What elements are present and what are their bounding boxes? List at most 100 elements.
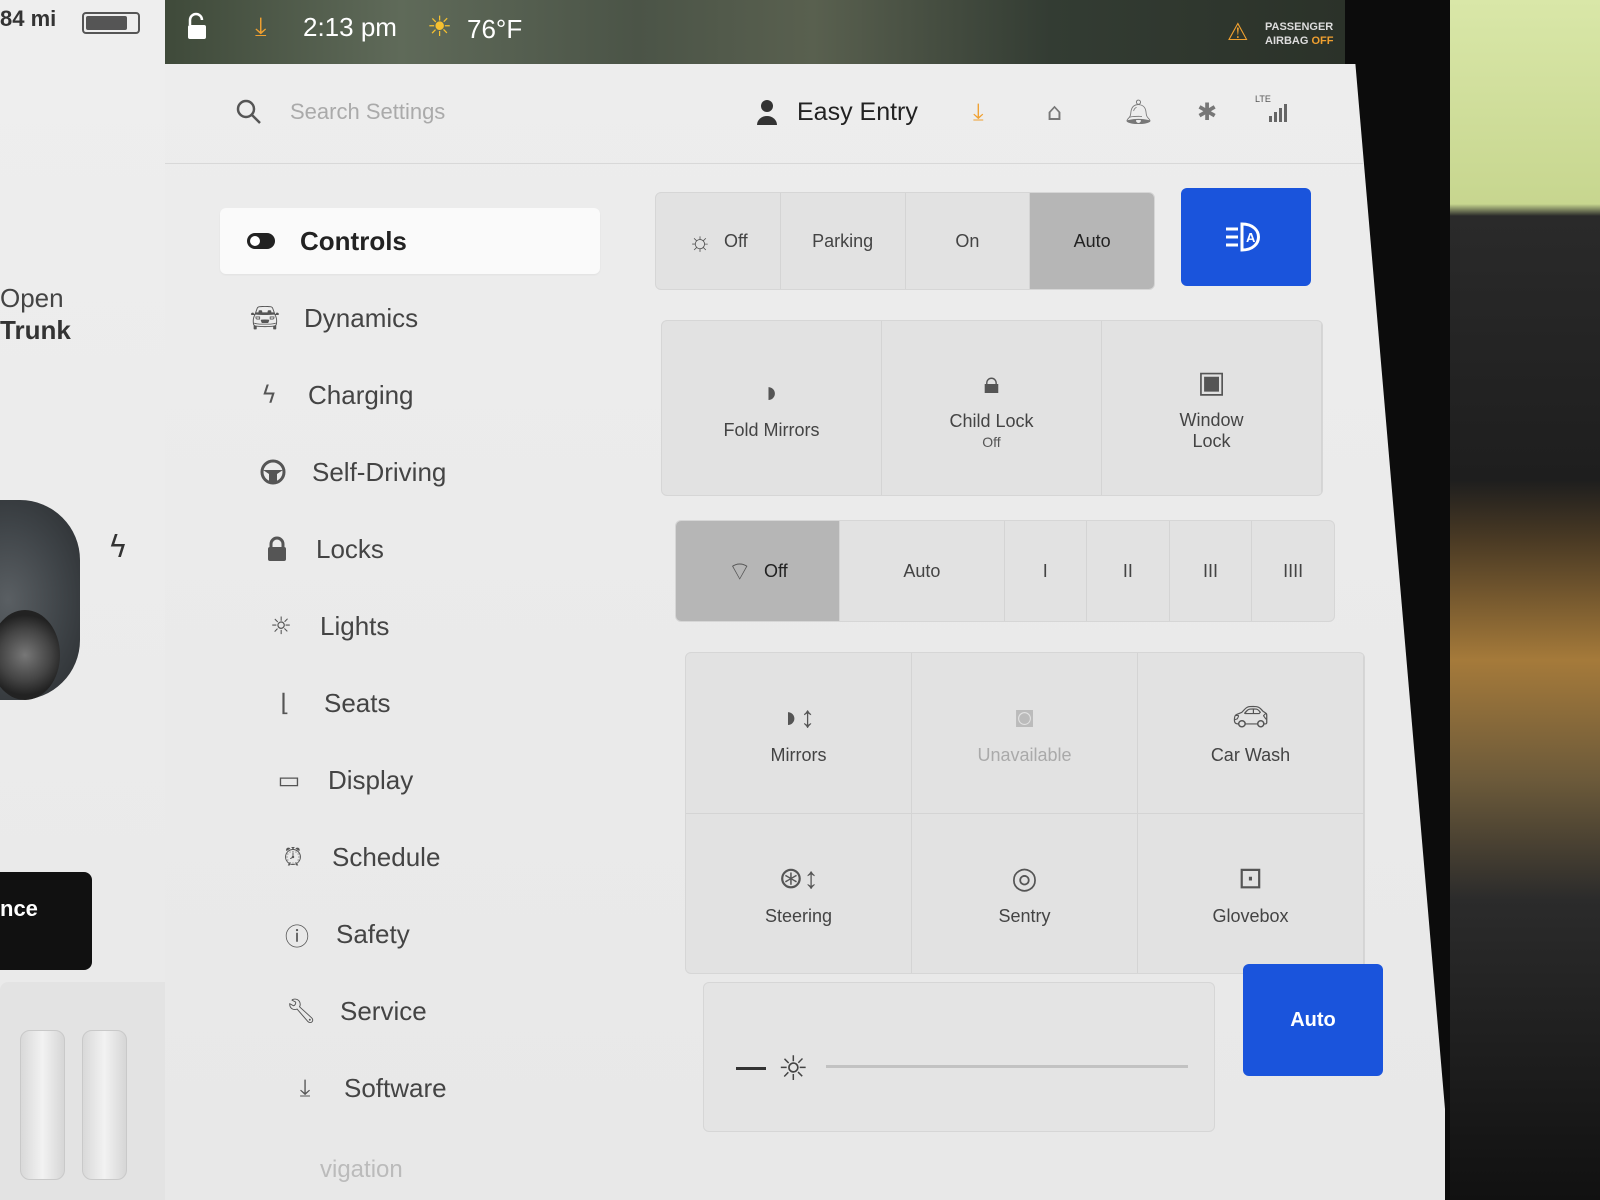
car-wash-icon: 🚗︎ [1231, 701, 1270, 734]
profile-icon[interactable] [755, 98, 779, 126]
driver-profile-name[interactable]: Easy Entry [797, 98, 918, 127]
sidebar-item-label: Schedule [332, 841, 441, 872]
brightness-auto-button[interactable]: Auto [1243, 964, 1383, 1076]
tile-steering[interactable]: ⊛↕ Steering [686, 814, 912, 973]
tile-label: Fold Mirrors [723, 420, 820, 440]
sidebar-item-charging[interactable]: ϟ Charging [228, 362, 600, 428]
wiper-option-label: III [1203, 560, 1219, 581]
tile-label: Car Wash [1210, 744, 1291, 765]
sidebar-item-label: Locks [316, 533, 384, 564]
settings-sidebar: Controls 🚘︎ Dynamics ϟ Charging Self-Driving L… [220, 208, 600, 1132]
passenger-airbag-status: PASSENGER AIRBAG OFF [1265, 20, 1333, 48]
tile-mirrors[interactable]: ◗↕ Mirrors [686, 653, 912, 814]
wiper-option-label: Auto [903, 560, 941, 581]
download-icon[interactable]: ⤓ [255, 12, 267, 43]
tile-label: Glovebox [1212, 905, 1289, 926]
download-icon: ⤓ [299, 1074, 311, 1102]
brightness-track[interactable] [826, 1065, 1188, 1068]
tile-window-lock[interactable]: ▣ Window Lock [1102, 321, 1322, 495]
range-readout: 84 mi [0, 6, 57, 31]
mirror-icon: ◗ [762, 376, 781, 409]
alarm-clock-icon: ⏰︎ [283, 843, 303, 871]
light-off-icon: ☼ [688, 225, 712, 256]
sidebar-item-partial[interactable]: vigation [320, 1156, 403, 1184]
search-input[interactable] [290, 94, 590, 130]
sidebar-item-controls[interactable]: Controls [220, 208, 600, 274]
clock: 2:13 pm [303, 12, 397, 42]
sidebar-item-software[interactable]: ⤓ Software [264, 1055, 600, 1121]
car-panel-action-button[interactable]: nce [0, 872, 92, 970]
sidebar-item-locks[interactable]: Locks [236, 516, 600, 582]
sidebar-item-seats[interactable]: ⌊ Seats [244, 670, 600, 736]
tile-label: Window [1179, 409, 1244, 430]
sidebar-item-schedule[interactable]: ⏰︎ Schedule [252, 824, 600, 890]
tile-label: Steering [764, 905, 833, 926]
tile-label: Mirrors [770, 744, 827, 765]
rear-seat-image [82, 1030, 127, 1180]
sun-icon: ☀ [427, 10, 453, 43]
background-dashboard [1440, 0, 1600, 1200]
sidebar-item-service[interactable]: 🔧︎ Service [260, 978, 600, 1044]
minus-icon [736, 1067, 766, 1070]
sidebar-item-label: Software [344, 1072, 447, 1103]
wiper-option-2[interactable]: Auto [840, 521, 1005, 621]
bolt-icon: ϟ [261, 381, 277, 409]
mirror-adjust-icon: ◗↕ [781, 700, 816, 734]
wiper-option-1[interactable]: ⌔ Off [676, 521, 841, 621]
wiper-option-3[interactable]: I [1005, 521, 1088, 621]
wiper-option-5[interactable]: III [1170, 521, 1253, 621]
airbag-state: OFF [1311, 35, 1334, 47]
bluetooth-icon[interactable]: ✱ [1197, 98, 1217, 126]
tile-label-2: Lock [1192, 430, 1231, 451]
auto-high-beam-icon: A [1226, 222, 1260, 252]
display-icon: ▭ [277, 766, 301, 794]
sidebar-item-label: Self-Driving [312, 456, 447, 487]
airbag-line2: AIRBAG [1265, 35, 1309, 47]
top-bar: Easy Entry ⤓ ⌂ 🔔︎ ✱ LTE [165, 64, 1365, 164]
headlights-selector: ☼ Off Parking On Auto [655, 192, 1155, 290]
sidebar-item-display[interactable]: ▭ Display [248, 747, 600, 813]
unlocked-icon[interactable] [185, 12, 211, 42]
headlights-option-label: Auto [1073, 230, 1111, 251]
car-icon: 🚘︎ [249, 304, 281, 332]
auto-high-beam-button[interactable]: A [1181, 188, 1311, 286]
headlights-option-auto[interactable]: Auto [1030, 193, 1154, 289]
headlights-option-label: Parking [812, 230, 874, 251]
car-panel-action-label: nce [0, 896, 38, 921]
wiper-selector: ⌔ Off Auto I II III IIII [675, 520, 1335, 622]
svg-text:A: A [1246, 230, 1256, 245]
wiper-option-6[interactable]: IIII [1252, 521, 1334, 621]
window-lock-icon: ▣ [1197, 366, 1226, 399]
tile-glovebox[interactable]: ⊡ Glovebox [1138, 814, 1364, 973]
charging-bolt-icon: ϟ [108, 530, 128, 565]
sidebar-item-label: Charging [308, 379, 414, 410]
open-trunk-button[interactable]: Open Trunk [0, 282, 71, 346]
tile-fold-mirrors[interactable]: ◗ Fold Mirrors [662, 321, 882, 495]
headlights-option-on[interactable]: On [906, 193, 1031, 289]
home-icon[interactable]: ⌂ [1047, 98, 1062, 126]
tile-child-lock[interactable]: 🔒︎ Child Lock Off [882, 321, 1102, 495]
child-icon: 🔒︎ [983, 367, 1000, 400]
wrench-icon: 🔧︎ [285, 997, 317, 1025]
tile-status: Off [982, 434, 1001, 450]
wiper-option-label: II [1122, 560, 1133, 581]
lte-label: LTE [1255, 94, 1271, 104]
wiper-option-label: I [1042, 560, 1048, 581]
search-icon [236, 99, 261, 124]
wiper-option-4[interactable]: II [1087, 521, 1170, 621]
sidebar-item-label: Controls [300, 225, 407, 256]
sidebar-item-safety[interactable]: ⓘ Safety [256, 901, 600, 967]
download-icon[interactable]: ⤓ [973, 98, 984, 126]
headlights-option-parking[interactable]: Parking [781, 193, 906, 289]
open-trunk-label-2: Trunk [0, 315, 71, 345]
tile-car-wash[interactable]: 🚗︎ Car Wash [1138, 653, 1364, 814]
lock-icon [262, 534, 292, 564]
sidebar-item-self-driving[interactable]: Self-Driving [232, 439, 600, 505]
sidebar-item-dynamics[interactable]: 🚘︎ Dynamics [224, 285, 600, 351]
brightness-slider[interactable]: ☼ [703, 982, 1215, 1132]
sidebar-item-lights[interactable]: ☼ Lights [240, 593, 600, 659]
tile-sentry[interactable]: ◎ Sentry [912, 814, 1138, 973]
bell-icon[interactable]: 🔔︎ [1123, 98, 1153, 126]
wiper-option-label: IIII [1283, 560, 1304, 581]
headlights-option-off[interactable]: ☼ Off [656, 193, 781, 289]
